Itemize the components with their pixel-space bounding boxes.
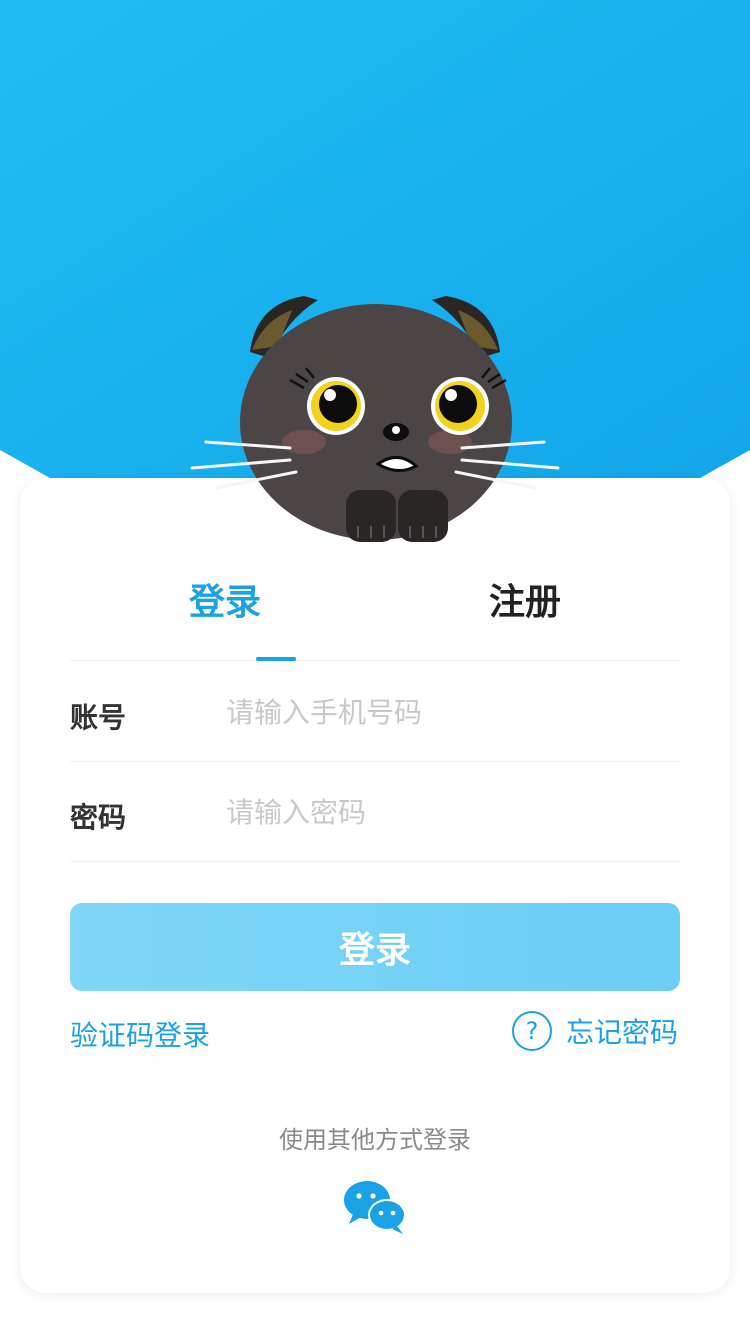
tab-login[interactable]: 登录 xyxy=(70,573,380,625)
cat-mascot xyxy=(190,296,560,542)
other-login-title: 使用其他方式登录 xyxy=(279,1126,471,1154)
question-circle-icon: ? xyxy=(511,1011,552,1051)
wechat-icon[interactable] xyxy=(343,1178,407,1238)
login-page: 登录 注册 账号 密码 登录 验证码登录 ? 忘记密码 使用其他方式登录 xyxy=(0,0,750,1334)
auth-tabs: 登录 注册 xyxy=(70,573,680,661)
password-input[interactable] xyxy=(226,784,666,840)
login-button[interactable]: 登录 xyxy=(70,903,680,991)
forgot-password-link[interactable]: ? 忘记密码 xyxy=(511,1010,678,1052)
login-card: 登录 注册 账号 密码 登录 验证码登录 ? 忘记密码 使用其他方式登录 xyxy=(20,478,730,1293)
sms-login-link[interactable]: 验证码登录 xyxy=(70,1014,210,1054)
account-input[interactable] xyxy=(226,684,666,740)
tab-register[interactable]: 注册 xyxy=(370,573,680,625)
account-label: 账号 xyxy=(70,701,127,734)
account-row: 账号 xyxy=(70,662,680,762)
password-row: 密码 xyxy=(70,762,680,862)
forgot-password-label: 忘记密码 xyxy=(565,1016,678,1049)
password-label: 密码 xyxy=(70,801,127,834)
active-tab-indicator xyxy=(256,657,296,661)
